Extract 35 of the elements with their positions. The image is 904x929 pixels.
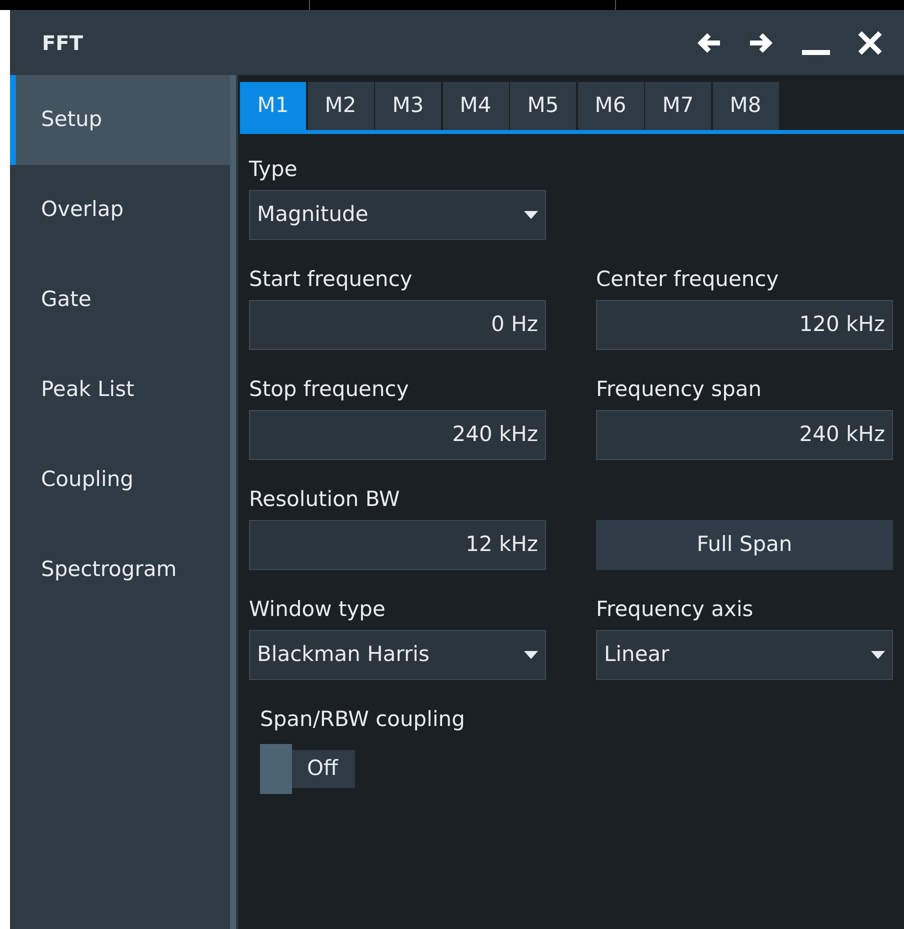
field-label: Frequency axis bbox=[596, 597, 754, 621]
tab[interactable]: M3 bbox=[375, 82, 441, 130]
input-field[interactable]: 12 kHz bbox=[249, 520, 546, 570]
tab[interactable]: M8 bbox=[712, 82, 778, 130]
sidebar-item[interactable]: Setup bbox=[10, 75, 230, 165]
field-label: Type bbox=[249, 157, 298, 181]
field-label: Window type bbox=[249, 597, 386, 621]
dropdown[interactable]: Linear bbox=[596, 630, 893, 680]
field-label: Center frequency bbox=[596, 267, 779, 291]
field-label: Start frequency bbox=[249, 267, 412, 291]
input-field[interactable]: 240 kHz bbox=[596, 410, 893, 460]
sidebar-item[interactable]: Peak List bbox=[10, 345, 230, 435]
sidebar-item[interactable]: Overlap bbox=[10, 165, 230, 255]
field-label: Span/RBW coupling bbox=[260, 706, 466, 733]
input-field[interactable]: 240 kHz bbox=[249, 410, 546, 460]
window-title: FFT bbox=[42, 30, 83, 56]
tab[interactable]: M6 bbox=[578, 82, 644, 130]
field-label: Stop frequency bbox=[249, 377, 409, 401]
dropdown-caret-icon bbox=[524, 211, 538, 219]
dropdown[interactable]: Magnitude bbox=[249, 190, 546, 240]
input-field[interactable]: 120 kHz bbox=[596, 300, 893, 350]
tab[interactable]: M7 bbox=[645, 82, 711, 130]
dropdown-caret-icon bbox=[524, 651, 538, 659]
dropdown-caret-icon bbox=[871, 651, 885, 659]
field-label: Frequency span bbox=[596, 377, 762, 401]
sidebar-item[interactable]: Gate bbox=[10, 255, 230, 345]
tab[interactable]: M2 bbox=[308, 82, 374, 130]
dropdown[interactable]: Blackman Harris bbox=[249, 630, 546, 680]
sidebar-item[interactable]: Coupling bbox=[10, 435, 230, 525]
sidebar-item[interactable]: Spectrogram bbox=[10, 525, 230, 615]
field-label: Resolution BW bbox=[249, 487, 400, 511]
input-field[interactable]: 0 Hz bbox=[249, 300, 546, 350]
full-span-button[interactable]: Full Span bbox=[596, 520, 893, 570]
tab[interactable]: M5 bbox=[510, 82, 576, 130]
tab[interactable]: M4 bbox=[442, 82, 508, 130]
